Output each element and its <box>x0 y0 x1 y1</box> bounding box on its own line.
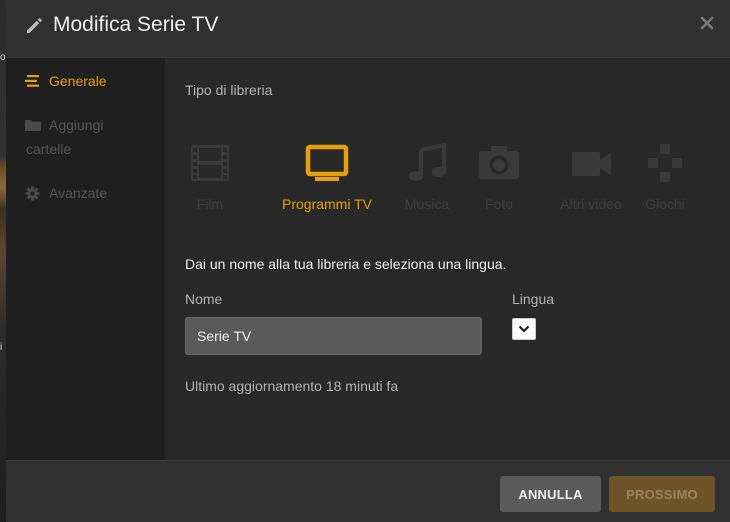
name-label: Nome <box>185 291 223 307</box>
gamepad-icon <box>648 144 682 182</box>
library-name-input[interactable] <box>185 317 482 355</box>
background-text-fragment: i <box>0 342 3 353</box>
music-icon <box>409 142 446 181</box>
dialog-title: Modifica Serie TV <box>53 13 219 36</box>
sidebar: Generale Aggiungi cartelle Avanzate <box>6 58 165 460</box>
cancel-button[interactable]: ANNULLA <box>500 476 601 512</box>
library-type-label: Foto <box>484 196 513 212</box>
sidebar-item-label: Aggiungi cartelle <box>26 117 104 157</box>
library-type-label: Programmi TV <box>282 196 372 212</box>
dialog-footer: ANNULLA PROSSIMO <box>6 460 730 522</box>
next-button[interactable]: PROSSIMO <box>609 476 715 512</box>
library-type-label: Film <box>196 196 224 212</box>
close-icon[interactable] <box>698 14 716 32</box>
sidebar-item-label: Generale <box>49 73 107 89</box>
library-type-label: Giochi <box>645 196 685 212</box>
sidebar-item-avanzate[interactable]: Avanzate <box>25 181 107 205</box>
name-language-prompt: Dai un nome alla tua libreria e selezion… <box>185 256 507 272</box>
library-type-label: Tipo di libreria <box>185 82 273 98</box>
library-type-giochi[interactable]: Giochi <box>619 142 711 222</box>
background-text-fragment: o <box>0 52 6 63</box>
pencil-icon <box>27 18 42 33</box>
camera-icon <box>479 146 519 179</box>
list-icon <box>25 69 41 93</box>
sidebar-item-aggiungi-cartelle[interactable]: Aggiungi cartelle <box>25 113 155 161</box>
sidebar-item-generale[interactable]: Generale <box>25 69 107 93</box>
library-type-selector: Film Programmi TV Musica Foto Altri vide… <box>185 142 725 222</box>
library-type-programmi-tv[interactable]: Programmi TV <box>281 142 373 222</box>
tv-icon <box>305 144 349 181</box>
edit-library-dialog: Modifica Serie TV Generale Aggiungi cart… <box>6 0 730 522</box>
dialog-header: Modifica Serie TV <box>6 0 730 58</box>
chevron-down-icon <box>518 325 530 333</box>
sidebar-item-label: Avanzate <box>49 185 108 201</box>
language-select[interactable] <box>512 318 536 340</box>
library-type-film[interactable]: Film <box>164 142 256 222</box>
gear-icon <box>25 181 41 205</box>
last-updated-text: Ultimo aggiornamento 18 minuti fa <box>185 378 399 394</box>
video-camera-icon <box>572 152 611 176</box>
film-icon <box>191 145 229 181</box>
library-type-foto[interactable]: Foto <box>453 142 545 222</box>
main-content: Tipo di libreria Film Programmi TV Music… <box>165 58 730 460</box>
language-label: Lingua <box>512 291 555 307</box>
